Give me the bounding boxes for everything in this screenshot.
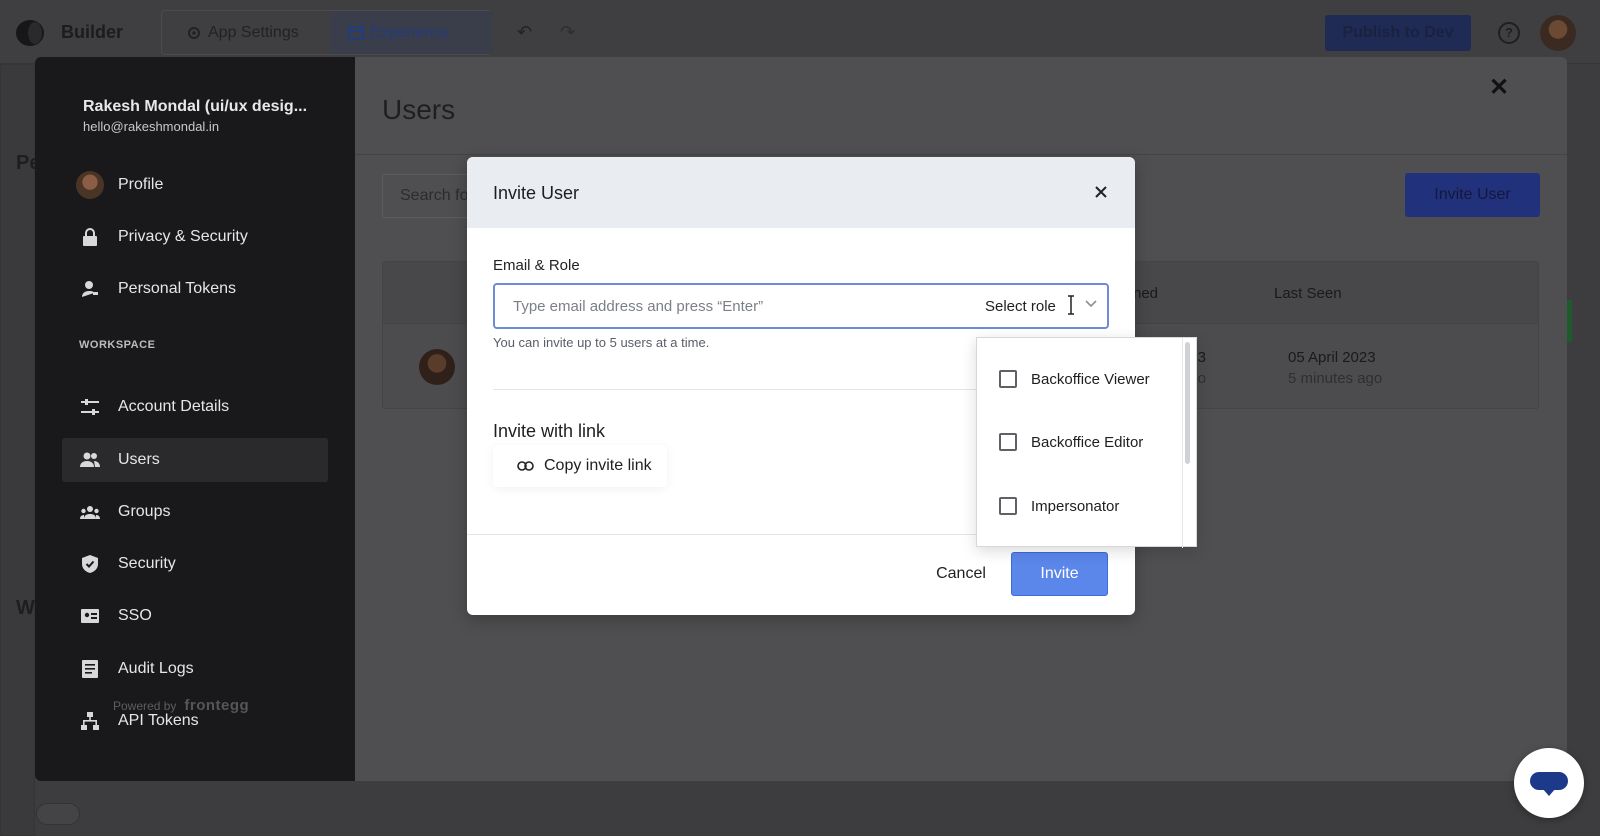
app-logo-icon [16, 20, 44, 46]
tab-experience[interactable]: Experience [330, 11, 492, 54]
sidebar-item-groups[interactable]: Groups [62, 490, 328, 534]
document-icon [80, 659, 100, 679]
layout-icon [348, 25, 364, 40]
gear-icon [188, 26, 200, 39]
invite-limit-hint: You can invite up to 5 users at a time. [493, 335, 710, 350]
select-role-dropdown[interactable]: Select role [985, 298, 1056, 315]
role-option-label: Impersonator [1031, 497, 1120, 515]
checkbox[interactable] [999, 497, 1017, 515]
avatar [419, 349, 455, 385]
sidebar-item-label: Account Details [118, 398, 230, 415]
redo-icon[interactable]: ↷ [560, 22, 575, 43]
sidebar-item-label: API Tokens [118, 712, 199, 729]
app-name: Builder [61, 22, 124, 42]
column-header-last-seen: Last Seen [1274, 285, 1342, 302]
dialog-title: Invite User [493, 183, 580, 203]
sidebar-item-audit-logs[interactable]: Audit Logs [62, 647, 328, 691]
workspace-section-label: WORKSPACE [79, 339, 156, 351]
checkbox[interactable] [999, 370, 1017, 388]
sidebar-item-label: Users [118, 451, 160, 468]
dialog-header: Invite User [467, 157, 1135, 228]
role-option-label: Backoffice Editor [1031, 433, 1144, 451]
sidebar-item-api-tokens[interactable]: API Tokens [62, 699, 328, 743]
copy-invite-link-button[interactable]: Copy invite link [493, 445, 667, 487]
last-seen-date: 05 April 2023 [1288, 349, 1376, 366]
invite-user-button[interactable]: Invite User [1405, 173, 1540, 217]
dropdown-scrollbar[interactable] [1185, 342, 1190, 464]
undo-icon[interactable]: ↶ [517, 22, 532, 43]
settings-sidebar: Rakesh Mondal (ui/ux desig... hello@rake… [35, 57, 355, 781]
chevron-down-icon[interactable] [1085, 300, 1097, 308]
page-title: Users [382, 94, 456, 125]
role-option-label: Backoffice Viewer [1031, 370, 1150, 388]
sidebar-item-sso[interactable]: SSO [62, 594, 328, 638]
email-field[interactable]: Type email address and press “Enter” Sel… [493, 283, 1109, 329]
sidebar-item-label: Groups [118, 503, 171, 520]
help-icon[interactable]: ? [1498, 22, 1520, 44]
close-settings-icon[interactable]: ✕ [1489, 73, 1509, 102]
user-key-icon [80, 279, 100, 299]
dropdown-scroll-track [1182, 338, 1183, 548]
cancel-button[interactable]: Cancel [913, 552, 1009, 596]
shield-icon [80, 554, 100, 574]
role-option-backoffice-viewer[interactable]: Backoffice Viewer [999, 367, 1150, 391]
sidebar-item-label: SSO [118, 607, 152, 624]
invite-button[interactable]: Invite [1011, 552, 1108, 596]
email-role-label: Email & Role [493, 257, 580, 274]
hierarchy-icon [80, 711, 100, 731]
sidebar-item-label: Personal Tokens [118, 280, 236, 297]
id-card-icon [80, 606, 100, 626]
role-option-backoffice-editor[interactable]: Backoffice Editor [999, 430, 1143, 454]
mode-tab-group: App Settings Experience [161, 10, 492, 55]
role-option-impersonator[interactable]: Impersonator [999, 494, 1119, 518]
sidebar-item-label: Security [118, 555, 176, 572]
close-icon[interactable] [1091, 182, 1111, 202]
avatar [76, 171, 104, 199]
invite-user-dialog: Invite User Email & Role Type email addr… [467, 157, 1197, 615]
checkbox[interactable] [999, 433, 1017, 451]
link-icon [517, 461, 534, 471]
invite-with-link-heading: Invite with link [493, 421, 606, 441]
sliders-icon [80, 397, 100, 417]
role-dropdown-menu: Backoffice Viewer Backoffice Editor Impe… [976, 337, 1197, 548]
sidebar-item-profile[interactable]: Profile [62, 163, 328, 207]
copy-invite-link-label: Copy invite link [544, 457, 652, 474]
tab-experience-label: Experience [370, 23, 451, 41]
text-cursor-icon [1068, 295, 1074, 315]
publish-button[interactable]: Publish to Dev [1325, 15, 1471, 51]
tab-app-settings[interactable]: App Settings [186, 11, 299, 54]
builder-section-heading-2: W [16, 597, 35, 619]
builder-toggle[interactable] [36, 803, 80, 825]
chat-widget-icon[interactable] [1514, 748, 1584, 818]
sidebar-item-label: Audit Logs [118, 660, 194, 677]
column-header-joined: ned [1133, 285, 1159, 302]
sidebar-item-label: Privacy & Security [118, 228, 248, 245]
app-top-bar: Builder App Settings Experience ↶ ↷ Publ… [0, 0, 1600, 64]
avatar[interactable] [1540, 15, 1576, 51]
builder-left-panel [0, 64, 35, 836]
divider [355, 154, 1567, 155]
user-name: Rakesh Mondal (ui/ux desig... [83, 98, 308, 115]
sidebar-item-personal-tokens[interactable]: Personal Tokens [62, 267, 328, 311]
users-icon [80, 450, 100, 470]
user-email: hello@rakeshmondal.in [83, 119, 220, 134]
sidebar-item-users[interactable]: Users [62, 438, 328, 482]
group-icon [80, 502, 100, 522]
lock-icon [80, 227, 100, 247]
tab-app-settings-label: App Settings [208, 23, 299, 41]
sidebar-item-label: Profile [118, 176, 164, 193]
last-seen-relative: 5 minutes ago [1288, 370, 1383, 387]
sidebar-item-security[interactable]: Security [62, 542, 328, 586]
email-placeholder: Type email address and press “Enter” [513, 298, 764, 315]
sidebar-item-privacy-security[interactable]: Privacy & Security [62, 215, 328, 259]
sidebar-item-account-details[interactable]: Account Details [62, 385, 328, 429]
